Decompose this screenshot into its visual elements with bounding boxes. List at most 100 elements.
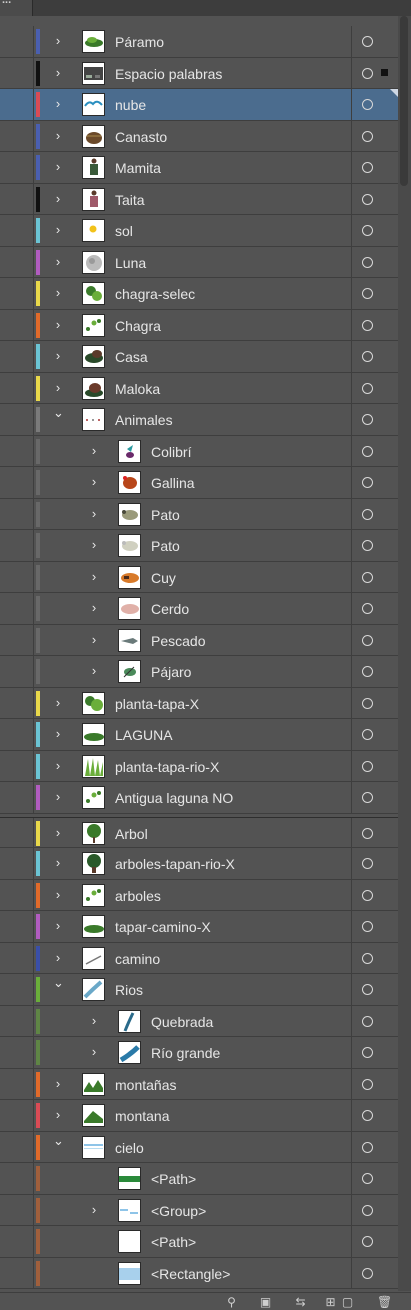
target-circle-icon[interactable]: [362, 540, 373, 551]
target-circle-icon[interactable]: [362, 603, 373, 614]
layer-name[interactable]: Páramo: [115, 34, 164, 50]
layer-name[interactable]: Maloka: [115, 381, 160, 397]
layer-row[interactable]: › LAGUNA: [0, 719, 398, 751]
chevron-right-icon[interactable]: ›: [53, 254, 63, 269]
visibility-toggle[interactable]: [0, 593, 34, 624]
layer-name[interactable]: Cerdo: [151, 601, 189, 617]
layer-row[interactable]: <Path>: [0, 1226, 398, 1258]
target-circle-icon[interactable]: [362, 414, 373, 425]
visibility-toggle[interactable]: [0, 750, 34, 781]
visibility-toggle[interactable]: [0, 435, 34, 466]
layer-row[interactable]: › <Group>: [0, 1194, 398, 1226]
chevron-right-icon[interactable]: ›: [53, 128, 63, 143]
chevron-right-icon[interactable]: ›: [53, 349, 63, 363]
target-circle-icon[interactable]: [362, 382, 373, 394]
target-circle-icon[interactable]: [362, 1078, 373, 1090]
chevron-right-icon[interactable]: ›: [53, 380, 63, 395]
layer-row[interactable]: › Cuy: [0, 561, 398, 593]
chevron-right-icon[interactable]: ›: [89, 506, 99, 521]
target-circle-icon[interactable]: [362, 288, 373, 299]
layer-row[interactable]: › Maloka: [0, 372, 398, 404]
layer-row[interactable]: <Path>: [0, 1163, 398, 1195]
chevron-right-icon[interactable]: ›: [53, 1076, 63, 1091]
layer-name[interactable]: Arbol: [115, 826, 148, 842]
target-circle-icon[interactable]: [362, 1015, 373, 1027]
chevron-right-icon[interactable]: ›: [53, 97, 63, 111]
layer-row[interactable]: › planta-tapa-rio-X: [0, 750, 398, 782]
delete-icon[interactable]: 🗑: [377, 1295, 392, 1309]
layer-name[interactable]: tapar-camino-X: [115, 919, 211, 935]
visibility-toggle[interactable]: [0, 1100, 34, 1131]
visibility-toggle[interactable]: [0, 1194, 34, 1225]
layer-row[interactable]: › Gallina: [0, 467, 398, 499]
layer-name[interactable]: cielo: [115, 1140, 144, 1156]
layer-row[interactable]: ⌄ cielo: [0, 1131, 398, 1163]
layer-row[interactable]: › Arbol: [0, 816, 398, 848]
scrollbar-thumb[interactable]: [400, 16, 408, 186]
layer-row[interactable]: › chagra-selec: [0, 278, 398, 310]
chevron-right-icon[interactable]: ›: [89, 601, 99, 615]
layer-name[interactable]: arboles-tapan-rio-X: [115, 856, 235, 872]
layer-row[interactable]: › Canasto: [0, 120, 398, 152]
chevron-right-icon[interactable]: ›: [53, 223, 63, 237]
layer-name[interactable]: Pescado: [151, 633, 205, 649]
layer-row[interactable]: › Chagra: [0, 309, 398, 341]
chevron-right-icon[interactable]: ›: [53, 34, 63, 48]
chevron-right-icon[interactable]: ›: [89, 1013, 99, 1028]
target-circle-icon[interactable]: [362, 697, 373, 709]
search-icon[interactable]: ⚲: [224, 1295, 239, 1309]
layer-row[interactable]: ⌄ Animales: [0, 404, 398, 436]
chevron-right-icon[interactable]: ›: [89, 1202, 99, 1217]
chevron-right-icon[interactable]: ›: [53, 160, 63, 174]
chevron-right-icon[interactable]: ›: [89, 475, 99, 489]
layer-row[interactable]: › Pájaro: [0, 656, 398, 688]
layer-name[interactable]: Quebrada: [151, 1014, 213, 1030]
chevron-right-icon[interactable]: ›: [89, 1045, 99, 1059]
chevron-right-icon[interactable]: ›: [53, 825, 63, 840]
visibility-toggle[interactable]: [0, 624, 34, 655]
target-circle-icon[interactable]: [362, 130, 373, 142]
layer-row[interactable]: › Pescado: [0, 624, 398, 656]
layer-row[interactable]: › sol: [0, 215, 398, 247]
layer-row[interactable]: › nube: [0, 89, 398, 121]
target-circle-icon[interactable]: [362, 99, 373, 110]
target-circle-icon[interactable]: [362, 571, 373, 583]
visibility-toggle[interactable]: [0, 120, 34, 151]
target-circle-icon[interactable]: [362, 984, 373, 995]
visibility-toggle[interactable]: [0, 530, 34, 561]
layer-row[interactable]: › Luna: [0, 246, 398, 278]
layer-name[interactable]: Animales: [115, 412, 173, 428]
visibility-toggle[interactable]: [0, 879, 34, 910]
layer-row[interactable]: › tapar-camino-X: [0, 911, 398, 943]
chevron-right-icon[interactable]: ›: [89, 569, 99, 584]
layer-name[interactable]: Pato: [151, 507, 180, 523]
target-circle-icon[interactable]: [362, 921, 373, 932]
target-circle-icon[interactable]: [362, 445, 373, 457]
target-circle-icon[interactable]: [362, 1110, 373, 1121]
visibility-toggle[interactable]: [0, 57, 34, 88]
visibility-toggle[interactable]: [0, 309, 34, 340]
layer-name[interactable]: chagra-selec: [115, 286, 195, 302]
new-layer-icon[interactable]: ▢: [340, 1295, 355, 1309]
visibility-toggle[interactable]: [0, 1131, 34, 1162]
layer-name[interactable]: Chagra: [115, 318, 161, 334]
layer-row[interactable]: › Antigua laguna NO: [0, 782, 398, 814]
chevron-down-icon[interactable]: ⌄: [53, 406, 64, 420]
target-circle-icon[interactable]: [362, 477, 373, 488]
chevron-down-icon[interactable]: ⌄: [53, 1133, 64, 1148]
layer-row[interactable]: › Mamita: [0, 152, 398, 184]
layer-name[interactable]: LAGUNA: [115, 727, 173, 743]
layer-row[interactable]: ⌄ Rios: [0, 974, 398, 1006]
visibility-toggle[interactable]: [0, 26, 34, 57]
chevron-right-icon[interactable]: ›: [53, 856, 63, 870]
layer-name[interactable]: <Group>: [151, 1203, 206, 1219]
layer-name[interactable]: planta-tapa-rio-X: [115, 759, 219, 775]
chevron-right-icon[interactable]: ›: [53, 887, 63, 902]
visibility-toggle[interactable]: [0, 89, 34, 120]
target-circle-icon[interactable]: [362, 508, 373, 520]
visibility-toggle[interactable]: [0, 848, 34, 879]
layer-name[interactable]: Luna: [115, 255, 146, 271]
visibility-toggle[interactable]: [0, 183, 34, 214]
visibility-toggle[interactable]: [0, 278, 34, 309]
layer-row[interactable]: › Pato: [0, 498, 398, 530]
